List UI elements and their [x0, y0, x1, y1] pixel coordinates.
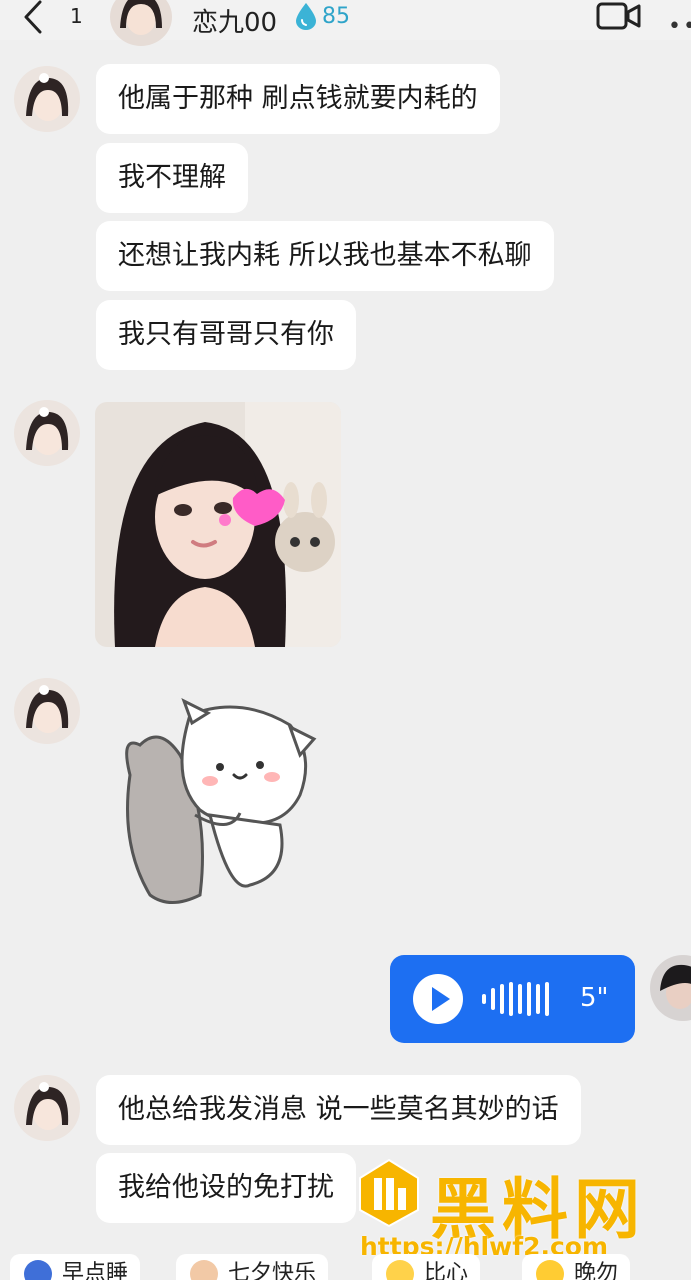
contact-message-avatar[interactable]	[14, 1075, 80, 1141]
message-bubble[interactable]: 我不理解	[96, 143, 248, 213]
quick-reply-label: 比心	[424, 1261, 469, 1280]
more-icon[interactable]: ••	[668, 14, 691, 39]
message-bubble[interactable]: 还想让我内耗 所以我也基本不私聊	[96, 221, 554, 291]
intimacy-value: 85	[322, 3, 350, 29]
quick-reply-label: 晚勿	[574, 1261, 619, 1280]
message-bubble[interactable]: 他总给我发消息 说一些莫名其妙的话	[96, 1075, 581, 1145]
message-bubble[interactable]: 我只有哥哥只有你	[96, 300, 356, 370]
smile-emoji-icon	[536, 1260, 564, 1280]
message-bubble[interactable]: 我给他设的免打扰	[96, 1153, 356, 1223]
hands-icon	[190, 1260, 218, 1280]
contact-message-avatar[interactable]	[14, 66, 80, 132]
contact-avatar[interactable]	[110, 0, 172, 46]
quick-reply-chip[interactable]: 七夕快乐	[176, 1254, 329, 1280]
heart-hands-icon	[386, 1260, 414, 1280]
hugging-cats-sticker[interactable]	[100, 695, 330, 915]
contact-message-avatar[interactable]	[14, 678, 80, 744]
chat-header: 1 恋九00 85 ••	[0, 0, 691, 46]
quick-reply-chip[interactable]: 晚勿	[522, 1254, 631, 1280]
quick-reply-label: 早点睡	[62, 1261, 129, 1280]
photo-message[interactable]	[95, 402, 341, 647]
quick-reply-chip[interactable]: 比心	[372, 1254, 481, 1280]
audio-wave-icon	[482, 982, 549, 1016]
play-icon[interactable]	[412, 973, 464, 1025]
voice-duration: 5"	[580, 983, 609, 1013]
moon-icon	[24, 1260, 52, 1280]
unread-count: 1	[70, 4, 83, 28]
contact-name: 恋九00	[192, 8, 278, 38]
intimacy-badge: 85	[294, 2, 350, 30]
video-call-icon[interactable]	[596, 0, 642, 34]
self-avatar[interactable]	[650, 955, 691, 1021]
contact-message-avatar[interactable]	[14, 400, 80, 466]
quick-reply-chip[interactable]: 早点睡	[10, 1254, 141, 1280]
watermark-logo-icon	[359, 1158, 419, 1228]
voice-message[interactable]: 5"	[390, 955, 635, 1043]
message-bubble[interactable]: 他属于那种 刷点钱就要内耗的	[96, 64, 500, 134]
back-arrow-icon[interactable]	[16, 0, 50, 34]
quick-reply-bar: 早点睡 七夕快乐 比心 晚勿	[0, 1250, 691, 1280]
water-drop-icon	[296, 3, 316, 30]
quick-reply-label: 七夕快乐	[228, 1261, 317, 1280]
